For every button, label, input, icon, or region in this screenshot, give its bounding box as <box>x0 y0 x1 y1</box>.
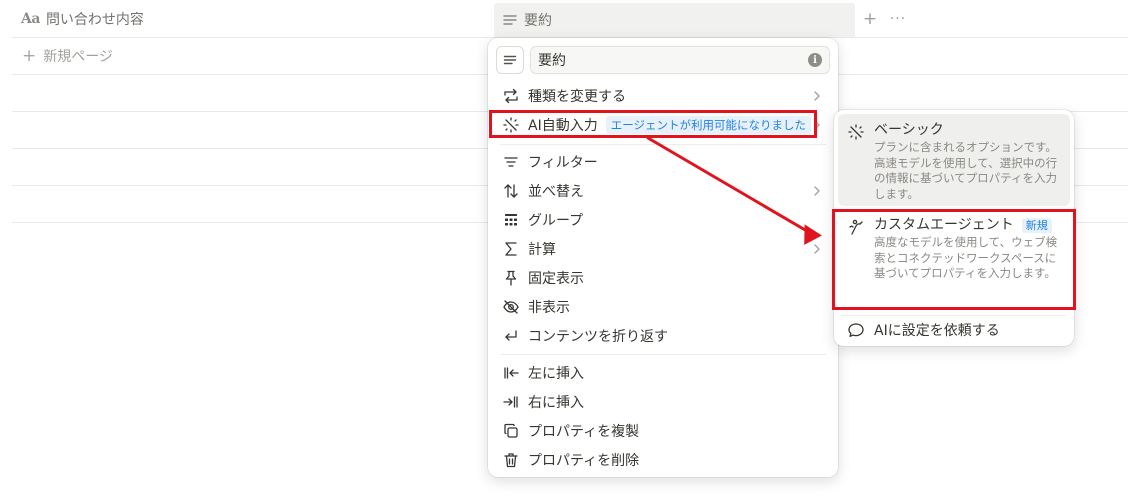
sigma-icon <box>501 239 521 259</box>
menu-item-label: 計算 <box>528 242 556 258</box>
plus-icon: + <box>22 46 37 66</box>
add-property-icon[interactable]: + <box>862 9 878 29</box>
menu-item-label: プロパティを削除 <box>528 453 640 469</box>
property-name-value: 要約 <box>538 53 566 69</box>
new-page-label: 新規ページ <box>43 49 113 65</box>
menu-item-label: フィルター <box>528 155 598 171</box>
filter-icon <box>501 152 521 172</box>
more-options-icon[interactable]: ··· <box>888 9 908 29</box>
agent-available-badge: エージェントが利用可能になりました <box>605 116 811 134</box>
wrap-icon <box>501 326 521 346</box>
new-page-button[interactable]: + 新規ページ <box>22 44 113 68</box>
menu-item-insert-left[interactable]: 左に挿入 <box>492 359 834 387</box>
chat-bubble-icon <box>846 320 866 340</box>
option-basic-description: プランに含まれるオプションです。高速モデルを使用して、選択中の行の情報に基づいて… <box>874 140 1058 201</box>
menu-separator <box>500 354 826 355</box>
menu-item-hide[interactable]: 非表示 <box>492 293 834 321</box>
submenu-separator <box>842 315 1066 316</box>
sparkle-icon <box>501 115 521 135</box>
menu-item-change-type[interactable]: 種類を変更する <box>492 82 834 110</box>
ask-ai-button[interactable]: AIに設定を依頼する <box>838 317 1070 343</box>
menu-item-delete-property[interactable]: プロパティを削除 <box>492 446 834 474</box>
menu-item-calculate[interactable]: 計算 <box>492 235 834 263</box>
column-header-summary-label: 要約 <box>524 13 552 29</box>
option-basic[interactable]: ベーシック プランに含まれるオプションです。高速モデルを使用して、選択中の行の情… <box>838 114 1070 206</box>
column-header-title-label: 問い合わせ内容 <box>45 12 144 28</box>
ask-ai-label: AIに設定を依頼する <box>874 323 1000 339</box>
option-basic-title: ベーシック <box>874 122 944 138</box>
group-icon <box>501 210 521 230</box>
chevron-right-icon <box>812 88 822 104</box>
pin-icon <box>501 268 521 288</box>
insert-left-icon <box>501 363 521 383</box>
menu-item-label: AI自動入力 <box>528 118 598 134</box>
option-custom-agent-title: カスタムエージェント <box>874 217 1014 233</box>
text-lines-icon <box>503 55 517 65</box>
column-header-summary[interactable]: 要約 <box>494 3 855 37</box>
menu-item-label: 種類を変更する <box>528 89 626 105</box>
agent-icon <box>846 217 866 237</box>
menu-item-label: コンテンツを折り返す <box>528 329 668 345</box>
menu-item-duplicate-property[interactable]: プロパティを複製 <box>492 417 834 445</box>
property-type-button[interactable] <box>496 46 524 74</box>
menu-item-label: 右に挿入 <box>528 395 584 411</box>
text-property-icon: Aa <box>21 11 40 27</box>
menu-item-insert-right[interactable]: 右に挿入 <box>492 388 834 416</box>
menu-item-wrap-content[interactable]: コンテンツを折り返す <box>492 322 834 350</box>
menu-item-label: プロパティを複製 <box>528 424 640 440</box>
menu-item-label: 左に挿入 <box>528 366 584 382</box>
option-custom-agent-title-row: カスタムエージェント 新規 <box>874 214 1052 234</box>
property-name-input[interactable]: 要約 i <box>530 46 830 74</box>
menu-separator <box>500 144 826 145</box>
insert-right-icon <box>501 392 521 412</box>
text-lines-icon <box>502 12 518 28</box>
chevron-right-icon <box>812 117 822 133</box>
duplicate-icon <box>501 421 521 441</box>
menu-item-label: 非表示 <box>528 300 570 316</box>
menu-item-label: 固定表示 <box>528 271 584 287</box>
menu-item-label: グループ <box>528 213 584 229</box>
option-custom-agent[interactable]: カスタムエージェント 新規 高度なモデルを使用して、ウェブ検索とコネクテッドワーク… <box>838 209 1070 309</box>
ai-autofill-submenu: ベーシック プランに含まれるオプションです。高速モデルを使用して、選択中の行の情… <box>834 110 1074 346</box>
table-header: Aa 問い合わせ内容 要約 + ··· <box>0 0 1128 38</box>
menu-item-ai-autofill[interactable]: AI自動入力 エージェントが利用可能になりました <box>492 111 834 139</box>
trash-icon <box>501 450 521 470</box>
menu-item-group[interactable]: グループ <box>492 206 834 234</box>
eye-off-icon <box>501 297 521 317</box>
info-icon[interactable]: i <box>808 53 822 67</box>
new-badge: 新規 <box>1021 218 1052 233</box>
menu-item-sort[interactable]: 並べ替え <box>492 177 834 205</box>
sparkle-icon <box>846 122 866 142</box>
menu-item-pin[interactable]: 固定表示 <box>492 264 834 292</box>
sort-icon <box>501 181 521 201</box>
property-name-row: 要約 i <box>496 46 830 76</box>
property-menu: 要約 i 種類を変更する AI自動入力 エージェントが利用可能になりました フィ… <box>488 38 838 477</box>
menu-item-label: 並べ替え <box>528 184 584 200</box>
menu-item-filter[interactable]: フィルター <box>492 148 834 176</box>
chevron-right-icon <box>812 183 822 199</box>
option-custom-agent-description: 高度なモデルを使用して、ウェブ検索とコネクテッドワークスペースに基づいてプロパテ… <box>874 235 1058 280</box>
chevron-right-icon <box>812 241 822 257</box>
column-header-title[interactable]: Aa 問い合わせ内容 <box>12 0 494 38</box>
change-type-icon <box>501 86 521 106</box>
